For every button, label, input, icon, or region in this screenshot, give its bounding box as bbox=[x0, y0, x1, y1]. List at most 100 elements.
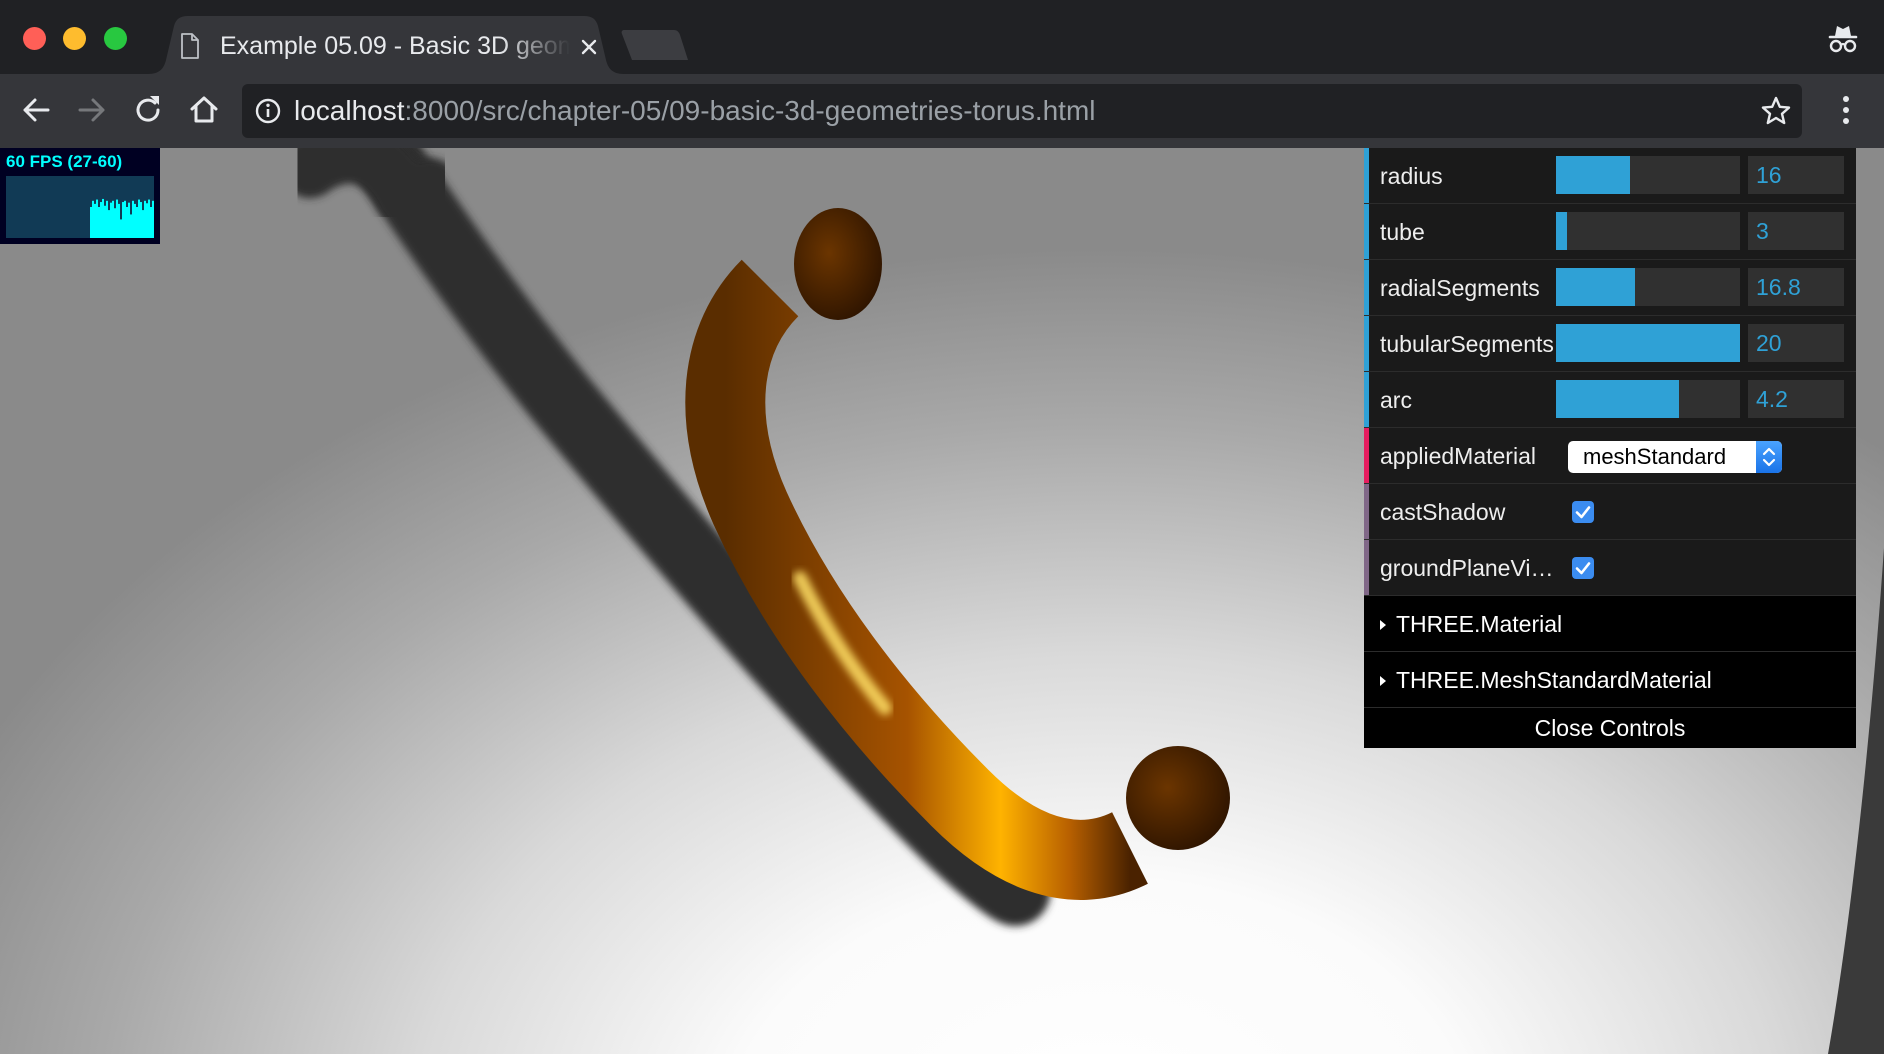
url-text: localhost:8000/src/chapter-05/09-basic-3… bbox=[294, 95, 1096, 126]
folder-three-material[interactable]: THREE.Material bbox=[1364, 596, 1856, 652]
slider-fill bbox=[1556, 324, 1740, 362]
control-type-stripe bbox=[1364, 540, 1369, 595]
incognito-icon[interactable] bbox=[1826, 22, 1860, 61]
new-tab-button[interactable] bbox=[620, 30, 688, 65]
fps-bar bbox=[110, 202, 112, 238]
control-castshadow: castShadow bbox=[1364, 484, 1856, 540]
checkmark-icon bbox=[1575, 562, 1591, 575]
fps-bar bbox=[96, 199, 98, 238]
fps-bar bbox=[132, 200, 134, 238]
fps-stats-panel[interactable]: 60 FPS (27-60) bbox=[0, 148, 160, 244]
more-vert-icon[interactable] bbox=[1836, 90, 1856, 135]
control-appliedmaterial: appliedMaterial meshStandard bbox=[1364, 428, 1856, 484]
arrow-left-icon[interactable] bbox=[16, 90, 56, 130]
fps-bar bbox=[136, 207, 138, 238]
fps-bar bbox=[150, 207, 152, 238]
arrow-right-icon[interactable] bbox=[72, 90, 112, 130]
maximize-window-button[interactable] bbox=[104, 27, 127, 50]
control-type-stripe bbox=[1364, 428, 1369, 483]
close-controls-button[interactable]: Close Controls bbox=[1364, 708, 1856, 748]
number-input[interactable]: 16 bbox=[1748, 156, 1844, 194]
slider[interactable] bbox=[1556, 380, 1740, 418]
control-label: groundPlaneVisible bbox=[1380, 555, 1558, 581]
tab-active[interactable]: Example 05.09 - Basic 3D geometries - To… bbox=[148, 16, 624, 74]
folder-three-meshstandardmaterial[interactable]: THREE.MeshStandardMaterial bbox=[1364, 652, 1856, 708]
controls-panel: radius 16 tube 3 radialSegments 16.8 tubularSe… bbox=[1364, 148, 1856, 748]
number-input[interactable]: 4.2 bbox=[1748, 380, 1844, 418]
chevron-right-icon bbox=[1380, 676, 1386, 686]
fps-bar bbox=[130, 214, 132, 238]
fps-bar bbox=[118, 203, 120, 238]
control-label: tube bbox=[1380, 219, 1425, 245]
fps-bar bbox=[106, 200, 108, 238]
control-tubularsegments: tubularSegments 20 bbox=[1364, 316, 1856, 372]
torus-cap-top bbox=[794, 208, 882, 320]
number-input[interactable]: 16.8 bbox=[1748, 268, 1844, 306]
control-type-stripe bbox=[1364, 372, 1369, 427]
fps-bar bbox=[134, 203, 136, 238]
tab-title: Example 05.09 - Basic 3D geometries - To… bbox=[220, 32, 570, 60]
fps-graph bbox=[6, 176, 154, 238]
fps-bar bbox=[144, 200, 146, 238]
control-tube: tube 3 bbox=[1364, 204, 1856, 260]
webgl-canvas[interactable]: 60 FPS (27-60) radius 16 tube 3 radialSegmen… bbox=[0, 148, 1884, 1054]
fps-bar bbox=[90, 207, 92, 238]
torus-mesh bbox=[685, 259, 1148, 900]
fps-bar bbox=[104, 205, 106, 238]
document-icon bbox=[180, 33, 200, 64]
fps-bar bbox=[108, 210, 110, 238]
star-icon[interactable] bbox=[1760, 95, 1792, 132]
home-icon[interactable] bbox=[184, 90, 224, 130]
slider[interactable] bbox=[1556, 268, 1740, 306]
close-window-button[interactable] bbox=[23, 27, 46, 50]
control-label: appliedMaterial bbox=[1380, 443, 1536, 469]
fps-bar bbox=[120, 219, 122, 238]
control-label: castShadow bbox=[1380, 499, 1506, 525]
fps-bar bbox=[128, 202, 130, 238]
fps-bar bbox=[142, 210, 144, 238]
fps-bar bbox=[146, 203, 148, 238]
number-input[interactable]: 3 bbox=[1748, 212, 1844, 250]
slider[interactable] bbox=[1556, 156, 1740, 194]
minimize-window-button[interactable] bbox=[63, 27, 86, 50]
reload-icon[interactable] bbox=[128, 90, 168, 130]
torus-cap-bottom bbox=[1126, 746, 1230, 850]
control-type-stripe bbox=[1364, 148, 1369, 203]
checkbox[interactable] bbox=[1572, 501, 1594, 523]
slider[interactable] bbox=[1556, 324, 1740, 362]
title-bar: Example 05.09 - Basic 3D geometries - To… bbox=[0, 0, 1884, 74]
control-type-stripe bbox=[1364, 260, 1369, 315]
select-value: meshStandard bbox=[1583, 444, 1727, 469]
fps-bar bbox=[116, 199, 118, 238]
close-icon[interactable] bbox=[576, 34, 602, 60]
slider-fill bbox=[1556, 268, 1636, 306]
select-arrows-icon bbox=[1756, 441, 1782, 473]
control-label: radius bbox=[1380, 163, 1443, 189]
fps-bar bbox=[126, 207, 128, 238]
fps-bar bbox=[92, 200, 94, 238]
control-radialsegments: radialSegments 16.8 bbox=[1364, 260, 1856, 316]
control-arc: arc 4.2 bbox=[1364, 372, 1856, 428]
fps-bar bbox=[114, 208, 116, 238]
address-bar[interactable]: localhost:8000/src/chapter-05/09-basic-3… bbox=[242, 84, 1802, 138]
info-icon[interactable] bbox=[254, 97, 282, 130]
slider[interactable] bbox=[1556, 212, 1740, 250]
control-groundplanevisible: groundPlaneVisible bbox=[1364, 540, 1856, 596]
checkmark-icon bbox=[1575, 506, 1591, 519]
slider-fill bbox=[1556, 156, 1630, 194]
fps-bar bbox=[98, 207, 100, 238]
fps-bar bbox=[124, 200, 126, 238]
fps-bar bbox=[102, 198, 104, 238]
checkbox[interactable] bbox=[1572, 557, 1594, 579]
fps-bar bbox=[148, 199, 150, 238]
fps-bar bbox=[138, 199, 140, 238]
fps-bar bbox=[140, 202, 142, 238]
fps-bar bbox=[112, 200, 114, 238]
material-select[interactable]: meshStandard bbox=[1568, 441, 1782, 473]
fps-readout: 60 FPS (27-60) bbox=[6, 152, 123, 171]
chevron-right-icon bbox=[1380, 620, 1386, 630]
control-type-stripe bbox=[1364, 204, 1369, 259]
slider-fill bbox=[1556, 212, 1568, 250]
control-radius: radius 16 bbox=[1364, 148, 1856, 204]
number-input[interactable]: 20 bbox=[1748, 324, 1844, 362]
